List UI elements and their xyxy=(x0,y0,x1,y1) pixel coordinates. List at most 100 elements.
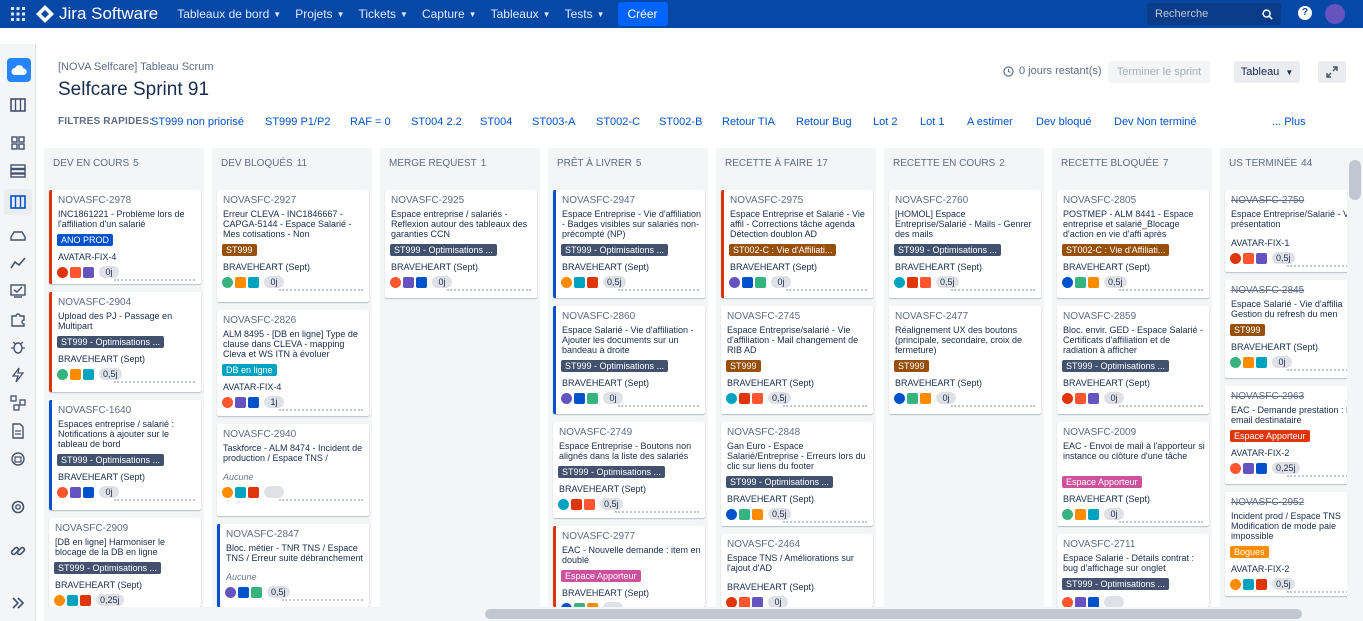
issue-card[interactable]: NOVASFC-2927 Erreur CLEVA - INC1846667 - … xyxy=(217,190,369,302)
epic-label[interactable]: ST999 - Optimisations ... xyxy=(1062,360,1170,372)
issue-key[interactable]: NOVASFC-2977 xyxy=(562,531,635,542)
quick-filter[interactable]: Lot 1 xyxy=(920,116,944,128)
issue-key[interactable]: NOVASFC-2952 xyxy=(1231,497,1304,508)
quick-filter[interactable]: Dev Non terminé xyxy=(1114,116,1197,128)
issue-key[interactable]: NOVASFC-2859 xyxy=(1063,311,1136,322)
nav-projects[interactable]: Projets ▼ xyxy=(288,0,351,28)
link-icon[interactable] xyxy=(9,542,27,560)
issue-key[interactable]: NOVASFC-2904 xyxy=(58,297,131,308)
issues-icon[interactable] xyxy=(9,282,27,300)
quick-filter[interactable]: ST003-A xyxy=(532,116,575,128)
issue-key[interactable]: NOVASFC-2847 xyxy=(226,529,299,540)
issue-card[interactable]: NOVASFC-2749 Espace Entreprise - Boutons … xyxy=(553,422,705,518)
archive-icon[interactable] xyxy=(9,450,27,468)
epic-label[interactable]: ST002-C : Vie d'Affiliati... xyxy=(1062,244,1170,256)
quick-filter[interactable]: ST999 P1/P2 xyxy=(265,116,330,128)
grid-icon[interactable] xyxy=(9,134,27,152)
epic-label[interactable]: ST999 - Optimisations ... xyxy=(390,244,498,256)
epic-label[interactable]: ST999 - Optimisations ... xyxy=(894,244,1002,256)
quick-filter[interactable]: Lot 2 xyxy=(873,116,897,128)
issue-key[interactable]: NOVASFC-2963 xyxy=(1231,391,1304,402)
issue-key[interactable]: NOVASFC-2711 xyxy=(1063,539,1135,550)
epic-label[interactable]: ST999 - Optimisations ... xyxy=(561,244,669,256)
issue-key[interactable]: NOVASFC-2927 xyxy=(223,195,296,206)
quick-filter[interactable]: ST004 xyxy=(480,116,512,128)
issue-key[interactable]: NOVASFC-2760 xyxy=(895,195,968,206)
create-button[interactable]: Créer xyxy=(617,2,668,26)
reports-icon[interactable] xyxy=(9,254,27,272)
issue-key[interactable]: NOVASFC-1640 xyxy=(58,405,131,416)
issue-card[interactable]: NOVASFC-2925 Espace entreprise / salariés… xyxy=(385,190,537,298)
issue-card[interactable]: NOVASFC-2859 Bloc. envir. GED - Espace Sa… xyxy=(1057,306,1209,414)
issue-card[interactable]: NOVASFC-1640 Espaces entreprise / salarié… xyxy=(49,400,201,510)
nav-boards[interactable]: Tableaux ▼ xyxy=(484,0,558,28)
issue-card[interactable]: NOVASFC-2952 Incident prod / Espace TNS M… xyxy=(1225,492,1363,596)
issue-key[interactable]: NOVASFC-2464 xyxy=(727,539,800,550)
nav-tests[interactable]: Tests ▼ xyxy=(558,0,612,28)
help-icon[interactable]: ? xyxy=(1298,6,1312,20)
issue-key[interactable]: NOVASFC-2975 xyxy=(730,195,803,206)
issue-key[interactable]: NOVASFC-2745 xyxy=(727,311,800,322)
issue-card[interactable]: NOVASFC-2760 [HOMOL] Espace Entreprise/Sa… xyxy=(889,190,1041,298)
app-switcher-icon[interactable] xyxy=(0,0,36,28)
horizontal-scrollbar-thumb[interactable] xyxy=(485,609,1302,619)
vertical-scrollbar-thumb[interactable] xyxy=(1349,160,1361,200)
issue-card[interactable]: NOVASFC-2977 EAC - Nouvelle demande : ite… xyxy=(553,526,705,607)
epic-label[interactable]: ST999 xyxy=(222,244,257,256)
jira-logo[interactable]: Jira Software xyxy=(36,4,158,24)
epic-label[interactable]: ST999 - Optimisations ... xyxy=(726,476,834,488)
epic-label[interactable]: ST999 xyxy=(726,360,761,372)
quick-filter[interactable]: RAF = 0 xyxy=(350,116,391,128)
issue-card[interactable]: NOVASFC-2750 Espace Entreprise/Salarié - … xyxy=(1225,190,1363,272)
issue-card[interactable]: NOVASFC-2805 POSTMEP - ALM 8441 - Espace … xyxy=(1057,190,1209,298)
issue-key[interactable]: NOVASFC-2947 xyxy=(562,195,635,206)
issue-key[interactable]: NOVASFC-2940 xyxy=(223,429,296,440)
releases-icon[interactable] xyxy=(9,226,27,244)
epic-label[interactable]: Espace Apporteur xyxy=(561,570,641,582)
quick-filter[interactable]: ST004 2.2 xyxy=(411,116,462,128)
epic-label[interactable]: ST002-C : Vie d'Affiliati... xyxy=(729,244,837,256)
nav-issues[interactable]: Tickets ▼ xyxy=(351,0,414,28)
lightning-icon[interactable] xyxy=(9,366,27,384)
search-input[interactable]: Recherche xyxy=(1147,3,1281,25)
active-sprint-board-icon[interactable] xyxy=(4,189,32,215)
issue-card[interactable]: NOVASFC-2745 Espace Entreprise/salarié - … xyxy=(721,306,873,414)
quick-filter[interactable]: ST002-B xyxy=(659,116,702,128)
project-avatar-icon[interactable] xyxy=(7,58,31,82)
epic-label[interactable]: ST999 xyxy=(1230,324,1265,336)
components-icon[interactable] xyxy=(9,394,27,412)
quick-filter[interactable]: Retour Bug xyxy=(796,116,852,128)
layers-icon[interactable] xyxy=(9,162,27,180)
issue-card[interactable]: NOVASFC-2947 Espace Entreprise - Vie d'af… xyxy=(553,190,705,298)
vertical-scrollbar[interactable] xyxy=(1347,148,1363,607)
issue-card[interactable]: NOVASFC-2477 Réalignement UX des boutons … xyxy=(889,306,1041,414)
addons-puzzle-icon[interactable] xyxy=(9,310,27,328)
issue-key[interactable]: NOVASFC-2978 xyxy=(58,195,131,206)
epic-label[interactable]: ST999 - Optimisations ... xyxy=(54,562,162,574)
expand-sidebar-icon[interactable] xyxy=(9,594,27,612)
issue-card[interactable]: NOVASFC-2848 Gan Euro - Espace Salarié/En… xyxy=(721,422,873,526)
epic-label[interactable]: ST999 - Optimisations ... xyxy=(561,360,669,372)
issue-key[interactable]: NOVASFC-2749 xyxy=(559,427,632,438)
epic-label[interactable]: Espace Apporteur xyxy=(1230,430,1310,442)
issue-key[interactable]: NOVASFC-2860 xyxy=(562,311,635,322)
issue-key[interactable]: NOVASFC-2009 xyxy=(1063,427,1136,438)
user-avatar[interactable] xyxy=(1325,4,1345,24)
issue-key[interactable]: NOVASFC-2805 xyxy=(1063,195,1136,206)
issue-key[interactable]: NOVASFC-2826 xyxy=(223,315,296,326)
issue-key[interactable]: NOVASFC-2845 xyxy=(1231,285,1304,296)
bug-icon[interactable] xyxy=(9,338,27,356)
issue-card[interactable]: NOVASFC-2860 Espace Salarié - Vie d'affil… xyxy=(553,306,705,414)
issue-card[interactable]: NOVASFC-2009 EAC - Envoi de mail à l'appo… xyxy=(1057,422,1209,526)
issue-card[interactable]: NOVASFC-2963 EAC - Demande prestation : M… xyxy=(1225,386,1363,484)
epic-label[interactable]: Bogues xyxy=(1230,546,1269,558)
quick-filter[interactable]: ST002-C xyxy=(596,116,640,128)
epic-label[interactable]: ANO PROD xyxy=(57,234,114,246)
epic-label[interactable]: ST999 - Optimisations ... xyxy=(57,454,165,466)
issue-key[interactable]: NOVASFC-2750 xyxy=(1231,195,1304,206)
quick-filter[interactable]: Dev bloqué xyxy=(1036,116,1092,128)
quick-filter[interactable]: ST999 non priorisé xyxy=(151,116,244,128)
quick-filter[interactable]: A estimer xyxy=(967,116,1013,128)
epic-label[interactable]: ST999 - Optimisations ... xyxy=(558,466,666,478)
issue-key[interactable]: NOVASFC-2909 xyxy=(55,523,128,534)
